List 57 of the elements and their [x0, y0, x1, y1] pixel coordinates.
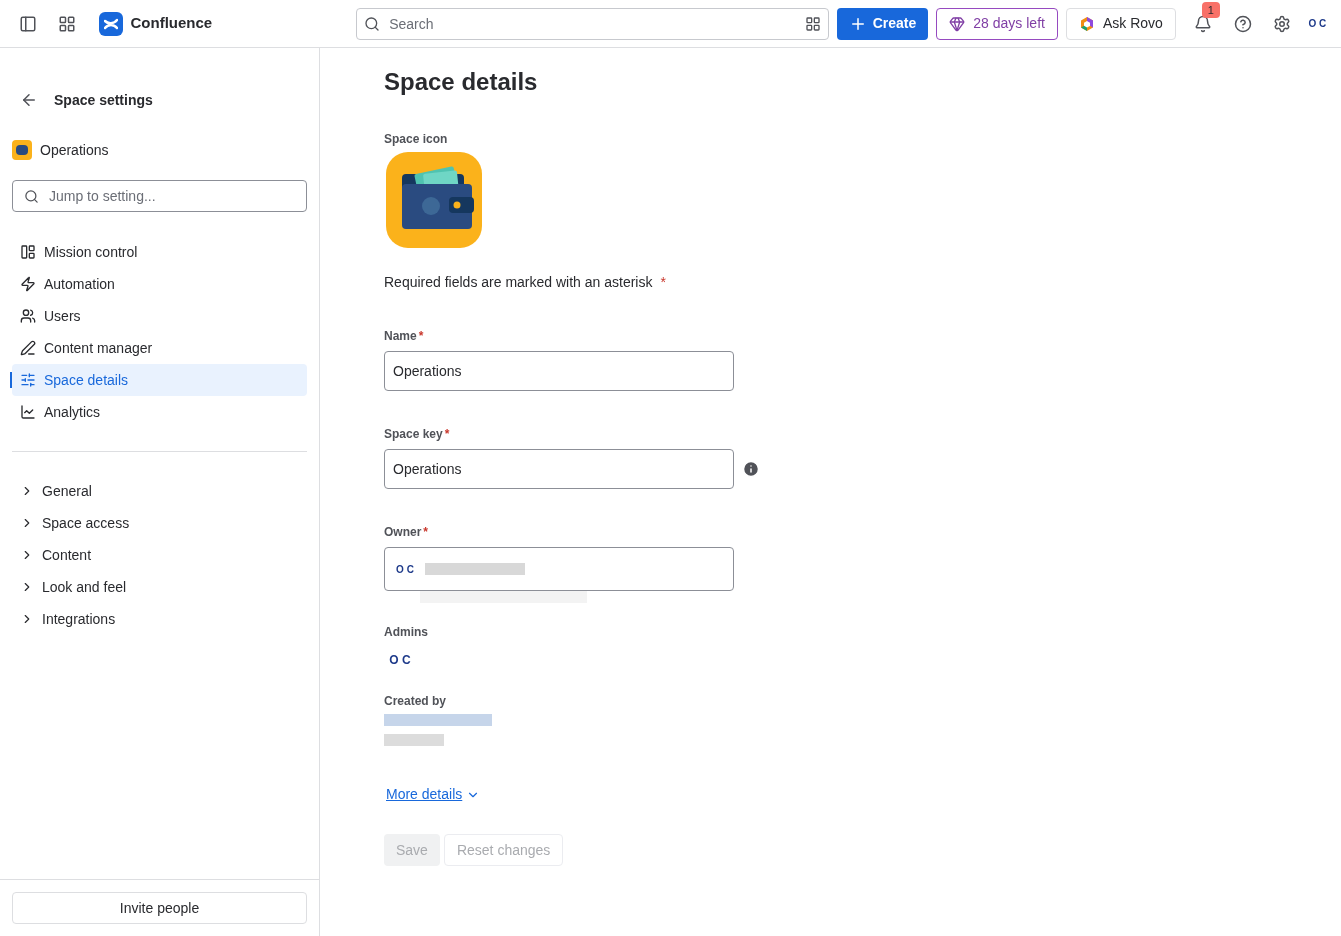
space-name[interactable]: Operations: [40, 139, 109, 161]
required-note: Required fields are marked with an asterisk: [384, 274, 653, 290]
app-name[interactable]: Confluence: [130, 12, 213, 35]
required-asterisk: *: [418, 328, 424, 345]
info-icon[interactable]: [742, 460, 760, 478]
filter-icon: [804, 15, 821, 32]
notifications-icon[interactable]: [1194, 14, 1213, 33]
nav-item[interactable]: Content manager: [12, 332, 307, 364]
nav-item[interactable]: Space details: [12, 364, 307, 396]
chart-icon: [20, 404, 36, 420]
user-avatar: O C: [395, 562, 415, 577]
owner-field[interactable]: O C: [384, 547, 734, 591]
section-toggle[interactable]: Integrations: [12, 603, 307, 635]
create-button[interactable]: Create: [836, 7, 929, 40]
page-title: Space details: [384, 67, 539, 97]
space-wallet-icon: [12, 140, 32, 160]
notification-badge: 1: [1201, 1, 1220, 18]
user-avatar: O C: [388, 652, 412, 669]
layout-icon: [20, 244, 36, 260]
required-asterisk: *: [423, 524, 428, 541]
nav-item[interactable]: Automation: [12, 268, 307, 300]
invite-button[interactable]: Invite people: [12, 892, 307, 924]
search-icon: [364, 15, 381, 32]
required-asterisk: *: [660, 274, 666, 290]
trial-button[interactable]: 28 days left: [936, 7, 1058, 40]
section-toggle[interactable]: Content: [12, 539, 307, 571]
nav-item[interactable]: Users: [12, 300, 307, 332]
text-field[interactable]: Operations: [384, 351, 734, 391]
ask-button[interactable]: Ask Rovo: [1065, 7, 1176, 40]
field-label: Space key: [384, 426, 443, 443]
section-toggle[interactable]: Space access: [12, 507, 307, 539]
field-label: Admins: [384, 624, 429, 641]
redacted-block: [384, 734, 444, 746]
more-details-link[interactable]: More details: [386, 784, 481, 805]
search-field[interactable]: Search: [356, 7, 829, 40]
pen-icon: [20, 340, 36, 356]
user-avatar: O C: [1307, 17, 1328, 31]
app-logo-icon: [98, 11, 123, 36]
setting-search-field[interactable]: Jump to setting...: [12, 180, 307, 212]
nav-item[interactable]: Mission control: [12, 236, 307, 268]
hexagon-logo-icon: [1078, 15, 1095, 32]
search-icon: [24, 189, 39, 204]
field-label: Owner: [384, 524, 422, 541]
lightning-icon: [20, 276, 36, 292]
field-label: Created by: [384, 693, 448, 710]
users-icon: [20, 308, 36, 324]
nav-item[interactable]: Analytics: [12, 396, 307, 428]
field-label: Name: [384, 328, 417, 345]
sliders-icon: [20, 372, 36, 388]
section-toggle[interactable]: General: [12, 475, 307, 507]
section-toggle[interactable]: Look and feel: [12, 571, 307, 603]
text-field[interactable]: Operations: [384, 449, 734, 489]
wallet-icon[interactable]: [386, 152, 482, 248]
required-asterisk: *: [444, 426, 450, 443]
gem-icon: [949, 15, 966, 32]
field-label: Space icon: [384, 131, 449, 148]
settings-heading: Space settings: [54, 90, 153, 110]
